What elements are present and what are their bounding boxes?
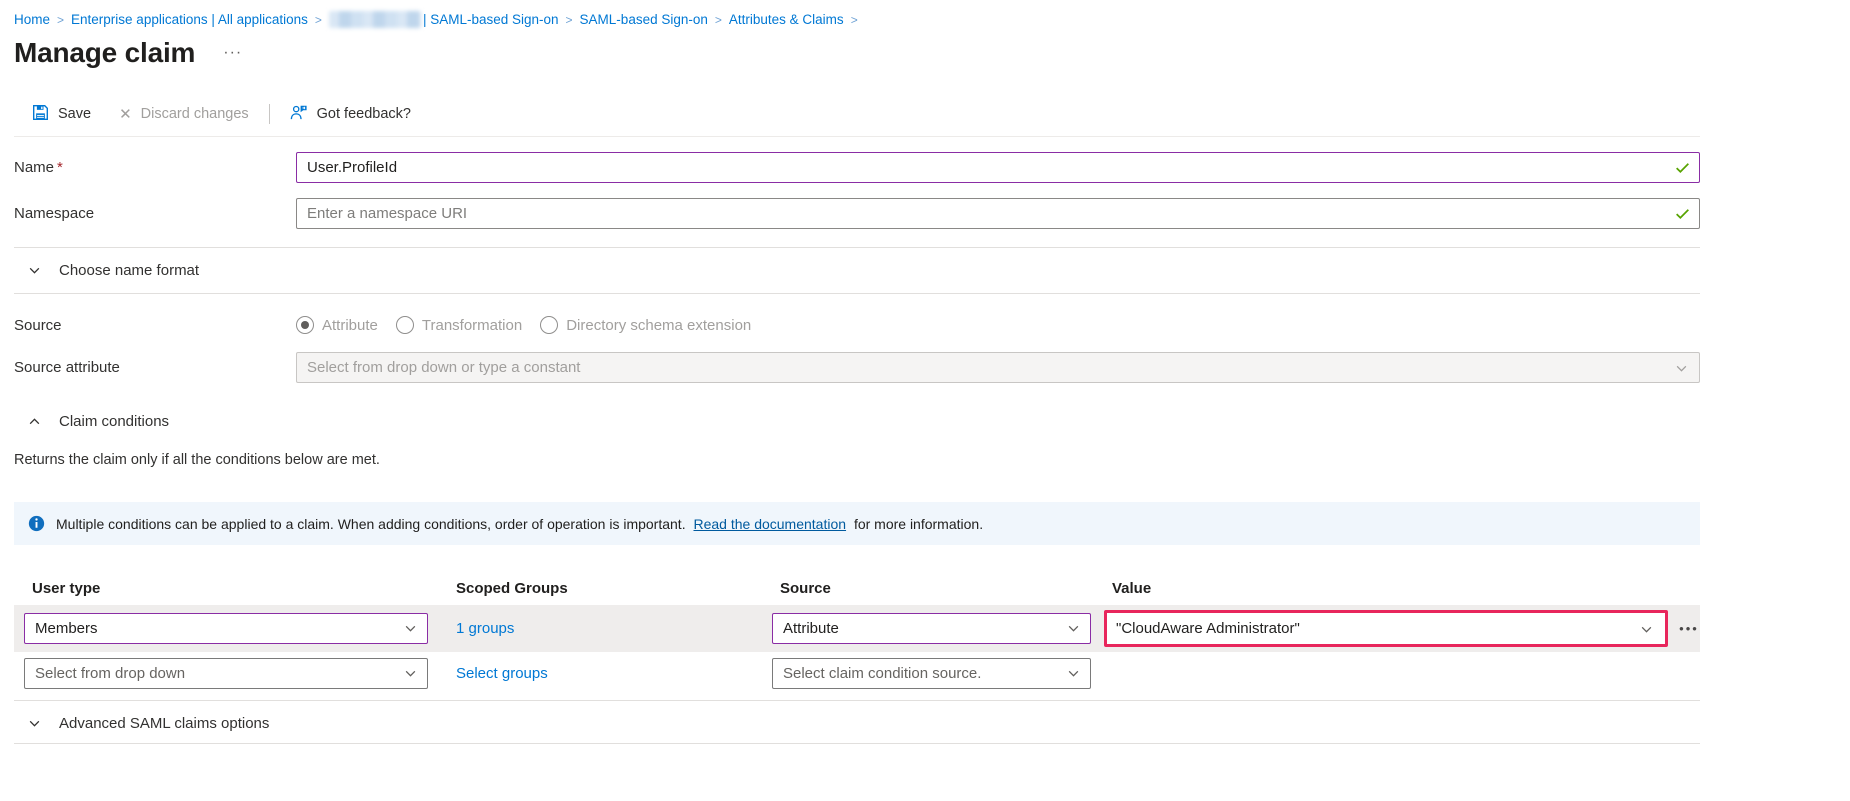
radio-unselected-icon — [540, 316, 558, 334]
chevron-down-icon — [1675, 362, 1688, 379]
claim-conditions-toggle[interactable]: Claim conditions — [28, 399, 1850, 444]
discard-button-label: Discard changes — [141, 106, 249, 122]
got-feedback-button[interactable]: Got feedback? — [284, 100, 417, 129]
breadcrumb: Home > Enterprise applications | All app… — [0, 0, 1850, 28]
condition-value-dropdown[interactable]: "CloudAware Administrator" — [1104, 610, 1668, 647]
claim-conditions-label: Claim conditions — [59, 413, 169, 430]
divider — [14, 293, 1700, 294]
condition-source-dropdown-new[interactable]: Select claim condition source. — [772, 658, 1091, 689]
header-value: Value — [1094, 580, 1672, 597]
user-type-dropdown-new[interactable]: Select from drop down — [24, 658, 428, 689]
choose-name-format-toggle[interactable]: Choose name format — [28, 248, 1850, 293]
discard-x-icon: ✕ — [119, 107, 132, 122]
radio-selected-icon — [296, 316, 314, 334]
breadcrumb-app-saml-label: | SAML-based Sign-on — [423, 12, 559, 27]
radio-directory-schema-extension[interactable]: Directory schema extension — [540, 316, 751, 334]
claim-name-input[interactable] — [296, 152, 1700, 183]
source-field-label: Source — [14, 317, 296, 334]
scoped-groups-link[interactable]: 1 groups — [438, 620, 762, 637]
chevron-down-icon — [404, 667, 417, 684]
required-asterisk: * — [57, 159, 63, 176]
toolbar-divider — [269, 104, 270, 124]
namespace-input[interactable] — [296, 198, 1700, 229]
row-more-options-icon[interactable]: ••• — [1672, 621, 1700, 636]
advanced-saml-options-toggle[interactable]: Advanced SAML claims options — [28, 703, 1850, 743]
title-more-options-icon[interactable]: ··· — [217, 42, 248, 64]
redacted-app-name — [329, 11, 421, 28]
condition-source-value: Attribute — [783, 620, 839, 637]
chevron-down-icon — [404, 622, 417, 639]
condition-row: Members 1 groups Attribute "CloudAware A… — [14, 605, 1700, 652]
chevron-right-icon: > — [566, 13, 573, 27]
chevron-right-icon: > — [315, 13, 322, 27]
condition-source-dropdown[interactable]: Attribute — [772, 613, 1091, 644]
read-documentation-link[interactable]: Read the documentation — [693, 516, 846, 532]
source-attribute-field-label: Source attribute — [14, 359, 296, 376]
valid-check-icon — [1674, 205, 1691, 227]
chevron-down-icon — [1067, 667, 1080, 684]
header-user-type: User type — [14, 580, 438, 597]
breadcrumb-home[interactable]: Home — [14, 12, 50, 27]
chevron-right-icon: > — [715, 13, 722, 27]
info-banner-text: Multiple conditions can be applied to a … — [56, 516, 983, 532]
divider — [14, 743, 1700, 744]
feedback-person-icon — [290, 104, 308, 125]
name-field-label: Name* — [14, 159, 296, 176]
page-title: Manage claim — [14, 37, 195, 69]
header-scoped-groups: Scoped Groups — [438, 580, 762, 597]
chevron-down-icon — [28, 264, 41, 277]
chevron-right-icon: > — [57, 13, 64, 27]
condition-source-placeholder: Select claim condition source. — [783, 665, 981, 682]
choose-name-format-label: Choose name format — [59, 262, 199, 279]
user-type-dropdown[interactable]: Members — [24, 613, 428, 644]
info-banner: Multiple conditions can be applied to a … — [14, 502, 1700, 545]
breadcrumb-enterprise-applications[interactable]: Enterprise applications | All applicatio… — [71, 12, 308, 27]
radio-transformation[interactable]: Transformation — [396, 316, 522, 334]
divider — [14, 700, 1700, 701]
save-button[interactable]: Save — [26, 100, 97, 129]
breadcrumb-app-saml[interactable]: | SAML-based Sign-on — [329, 11, 559, 28]
conditions-table: User type Scoped Groups Source Value Mem… — [14, 571, 1700, 694]
chevron-down-icon — [28, 717, 41, 730]
condition-value: "CloudAware Administrator" — [1116, 620, 1300, 637]
breadcrumb-attributes-claims[interactable]: Attributes & Claims — [729, 12, 844, 27]
user-type-placeholder: Select from drop down — [35, 665, 185, 682]
feedback-button-label: Got feedback? — [317, 106, 411, 122]
advanced-saml-options-label: Advanced SAML claims options — [59, 715, 269, 732]
claim-conditions-description: Returns the claim only if all the condit… — [14, 446, 1850, 468]
header-source: Source — [762, 580, 1094, 597]
source-radio-group: Attribute Transformation Directory schem… — [296, 316, 751, 334]
toolbar-rule — [14, 136, 1700, 137]
radio-unselected-icon — [396, 316, 414, 334]
condition-row-new: Select from drop down Select groups Sele… — [14, 652, 1700, 694]
command-bar: Save ✕ Discard changes Got feedback? — [0, 97, 1850, 131]
user-type-value: Members — [35, 620, 98, 637]
source-attribute-placeholder: Select from drop down or type a constant — [307, 359, 580, 376]
save-button-label: Save — [58, 106, 91, 122]
info-icon — [28, 515, 45, 532]
breadcrumb-saml-signon[interactable]: SAML-based Sign-on — [580, 12, 708, 27]
radio-attribute[interactable]: Attribute — [296, 316, 378, 334]
valid-check-icon — [1674, 159, 1691, 181]
save-icon — [32, 104, 49, 125]
namespace-field-label: Namespace — [14, 205, 296, 222]
source-attribute-dropdown[interactable]: Select from drop down or type a constant — [296, 352, 1700, 383]
chevron-right-icon: > — [851, 13, 858, 27]
discard-changes-button[interactable]: ✕ Discard changes — [113, 102, 255, 126]
chevron-down-icon — [1067, 622, 1080, 639]
select-groups-link[interactable]: Select groups — [438, 665, 762, 682]
conditions-table-header: User type Scoped Groups Source Value — [14, 571, 1700, 605]
chevron-up-icon — [28, 415, 41, 428]
chevron-down-icon — [1640, 623, 1653, 640]
